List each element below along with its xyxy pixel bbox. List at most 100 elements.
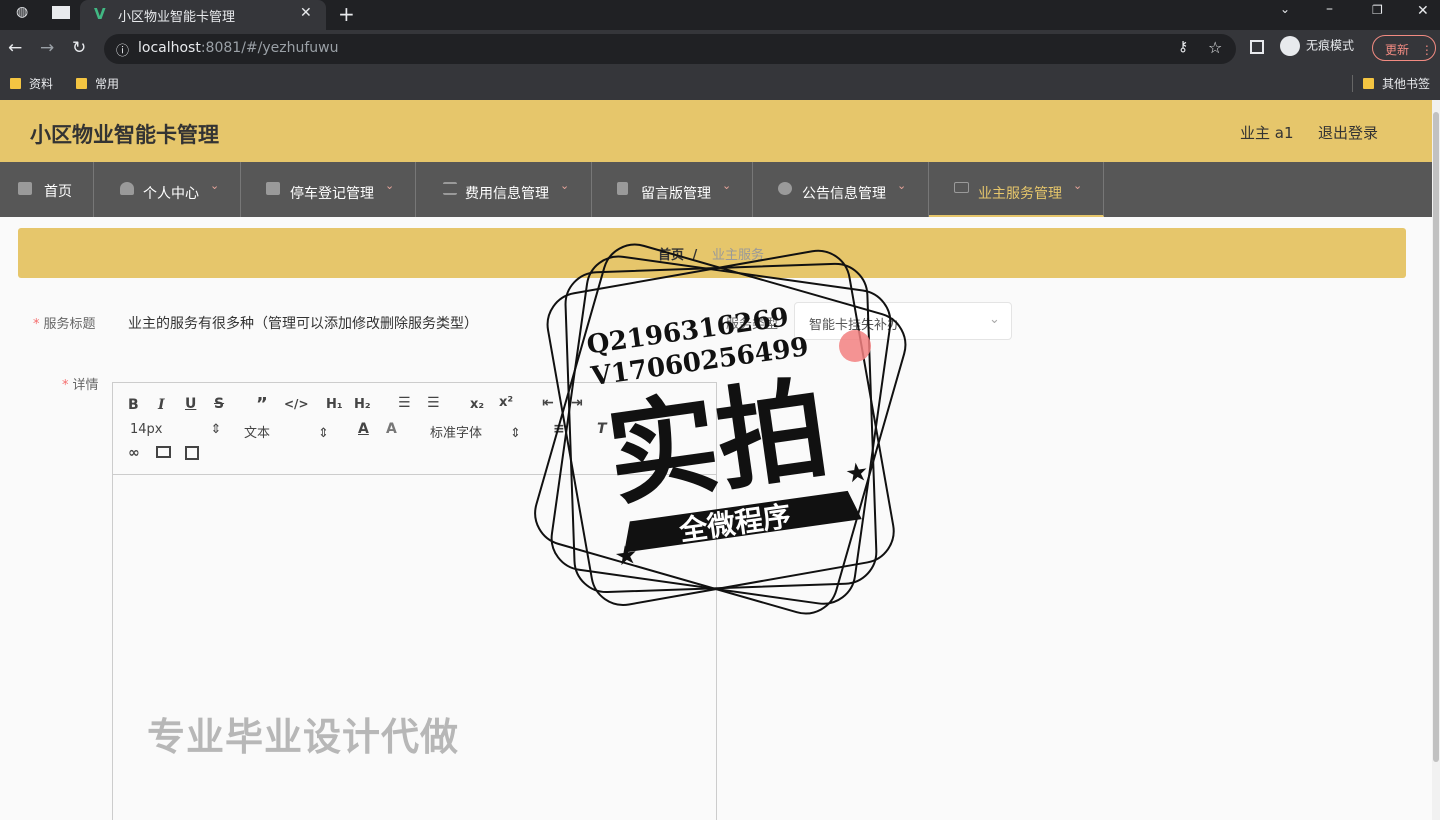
url-text: localhost:8081/#/yezhufuwu <box>138 40 338 56</box>
url-path: :8081/#/yezhufuwu <box>200 40 339 56</box>
tab-search-icon[interactable]: ⌄ <box>1280 2 1290 16</box>
background-color-icon[interactable]: A <box>386 421 397 437</box>
chevron-down-icon: ⌄ <box>722 179 732 192</box>
chevron-down-icon: ⌄ <box>989 312 1000 327</box>
italic-icon[interactable]: I <box>158 397 165 413</box>
user-label: 业主 a1 <box>1240 124 1294 142</box>
menu-item-messages[interactable]: 留言版管理 ⌄ <box>592 162 753 217</box>
key-icon[interactable]: ⚷ <box>1178 39 1188 55</box>
menu-label: 停车登记管理 <box>290 186 374 202</box>
chevron-down-icon: ⌄ <box>897 179 907 192</box>
mouse-cursor-highlight <box>839 330 871 362</box>
restore-icon[interactable]: ❐ <box>1372 3 1383 17</box>
update-label: 更新 <box>1385 43 1410 57</box>
bookmark-folder[interactable]: 常用 <box>76 75 119 92</box>
url-host: localhost <box>138 40 201 56</box>
ordered-list-icon[interactable]: ☰ <box>398 395 411 411</box>
chevron-down-icon: ⌄ <box>560 179 570 192</box>
font-family-select[interactable]: 标准字体 ⇕ <box>430 422 521 441</box>
underline-icon[interactable]: U <box>185 396 196 412</box>
header2-icon[interactable]: H₂ <box>354 397 371 412</box>
chevron-down-icon: ⌄ <box>210 179 220 192</box>
tab-overview-icon[interactable] <box>52 6 70 19</box>
header1-icon[interactable]: H₁ <box>326 397 343 412</box>
font-family-value: 标准字体 <box>430 426 483 441</box>
update-button[interactable]: 更新 ⋮ <box>1372 35 1436 61</box>
label-text: 详情 <box>72 378 99 393</box>
blockquote-icon[interactable]: ” <box>256 394 268 415</box>
browser-tab[interactable]: V 小区物业智能卡管理 ✕ <box>80 0 326 30</box>
other-bookmarks[interactable]: 其他书签 <box>1352 75 1430 92</box>
menu-item-parking[interactable]: 停车登记管理 ⌄ <box>241 162 416 217</box>
side-panel-icon[interactable] <box>1250 40 1264 54</box>
header-value: 文本 <box>244 426 271 441</box>
browser-tab-title: 小区物业智能卡管理 <box>118 10 236 25</box>
incognito-label: 无痕模式 <box>1306 38 1355 53</box>
select-arrows-icon: ⇕ <box>318 426 329 441</box>
superscript-icon[interactable]: x² <box>499 395 513 410</box>
logout-button[interactable]: 退出登录 <box>1318 122 1378 143</box>
vue-logo-icon: V <box>94 5 106 23</box>
incognito-indicator[interactable]: 无痕模式 <box>1280 36 1354 60</box>
back-icon[interactable]: ← <box>8 38 22 58</box>
star-icon: ★ <box>843 457 870 490</box>
main-menu: 首页 个人中心 ⌄ 停车登记管理 ⌄ 费用信息管理 ⌄ 留言版管理 ⌄ 公告信息… <box>0 162 1432 217</box>
briefcase-icon <box>266 182 280 195</box>
star-icon: ★ <box>613 540 640 573</box>
service-title-value: 业主的服务有很多种（管理可以添加修改删除服务类型） <box>128 316 478 332</box>
link-icon[interactable]: ∞ <box>128 445 140 461</box>
font-size-value: 14px <box>130 422 163 437</box>
bullet-list-icon[interactable]: ☰ <box>427 395 440 411</box>
menu-item-notices[interactable]: 公告信息管理 ⌄ <box>753 162 929 217</box>
more-icon[interactable]: ⋮ <box>1421 43 1433 57</box>
font-size-select[interactable]: 14px ⇕ <box>130 422 221 437</box>
bookmark-star-icon[interactable]: ☆ <box>1208 38 1222 57</box>
subscript-icon[interactable]: x₂ <box>470 397 484 412</box>
close-tab-icon[interactable]: ✕ <box>300 5 312 21</box>
browser-tab-strip: ◍ V 小区物业智能卡管理 ✕ + ⌄ – ❐ ✕ <box>0 0 1440 30</box>
window-close-icon[interactable]: ✕ <box>1417 3 1429 19</box>
address-bar[interactable]: ⓘ localhost:8081/#/yezhufuwu ⚷ ☆ <box>104 34 1236 64</box>
code-block-icon[interactable]: </> <box>284 397 309 411</box>
folder-icon <box>10 78 21 89</box>
folder-icon <box>1363 78 1374 89</box>
detail-label: * 详情 <box>62 378 99 393</box>
menu-item-profile[interactable]: 个人中心 ⌄ <box>94 162 241 217</box>
clipboard-icon <box>617 182 628 195</box>
user-icon <box>120 182 134 195</box>
app-title: 小区物业智能卡管理 <box>30 123 219 147</box>
image-icon[interactable] <box>156 446 171 458</box>
header-select[interactable]: 文本 ⇕ <box>244 422 329 441</box>
strike-icon[interactable]: S <box>214 396 224 412</box>
label-text: 服务标题 <box>43 317 96 332</box>
select-arrows-icon: ⇕ <box>210 422 222 437</box>
menu-label: 公告信息管理 <box>802 186 886 202</box>
menu-label: 留言版管理 <box>641 186 711 202</box>
browser-globe-icon[interactable]: ◍ <box>16 4 28 20</box>
menu-label: 费用信息管理 <box>465 186 549 202</box>
bookmark-label: 资料 <box>29 77 54 91</box>
bookmark-folder[interactable]: 资料 <box>10 75 53 92</box>
home-icon <box>18 182 32 195</box>
browser-toolbar: ← → ↻ ⓘ localhost:8081/#/yezhufuwu ⚷ ☆ 无… <box>0 30 1440 68</box>
reload-icon[interactable]: ↻ <box>72 38 86 58</box>
new-tab-icon[interactable]: + <box>338 2 355 26</box>
info-icon[interactable]: ⓘ <box>116 40 129 59</box>
menu-item-fees[interactable]: 费用信息管理 ⌄ <box>416 162 592 217</box>
video-icon[interactable] <box>185 446 199 460</box>
watermark-stamp: Q2196316269 V17060256499 实拍 全微程序 ★ ★ <box>534 243 907 615</box>
page-scrollbar[interactable] <box>1432 100 1440 820</box>
menu-label: 首页 <box>44 184 72 200</box>
menu-item-owner-service[interactable]: 业主服务管理 ⌄ <box>929 162 1104 217</box>
forward-icon[interactable]: → <box>40 38 54 58</box>
bold-icon[interactable]: B <box>128 397 139 413</box>
compass-icon <box>778 182 792 195</box>
list-icon <box>443 182 457 195</box>
minimize-icon[interactable]: – <box>1326 1 1333 17</box>
text-color-icon[interactable]: A <box>358 421 369 437</box>
mail-icon <box>954 182 969 193</box>
folder-icon <box>76 78 87 89</box>
scrollbar-thumb[interactable] <box>1433 112 1439 762</box>
menu-item-home[interactable]: 首页 <box>0 162 94 217</box>
chevron-down-icon: ⌄ <box>385 179 395 192</box>
